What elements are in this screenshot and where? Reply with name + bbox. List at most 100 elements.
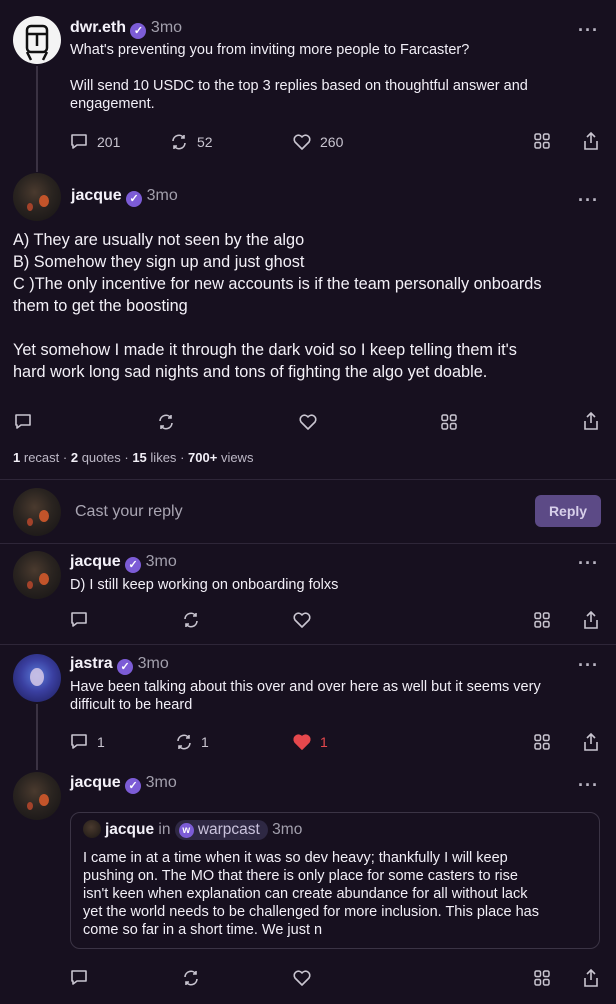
recast-button[interactable]	[157, 413, 175, 431]
username[interactable]: jacque	[71, 187, 122, 204]
avatar-jacque[interactable]	[13, 173, 61, 221]
cast-text-line: hard work long sad nights and tons of fi…	[13, 363, 488, 381]
quote-time: 3mo	[272, 821, 303, 838]
cast-stats: 1 recast · 2 quotes · 15 likes · 700+ vi…	[13, 450, 254, 465]
more-options-icon[interactable]: ···	[578, 775, 599, 796]
recast-stat[interactable]: 1 recast	[13, 450, 59, 465]
quote-text-line: isn't keen when explanation can create a…	[83, 886, 528, 902]
grid-button[interactable]	[534, 612, 550, 628]
timestamp[interactable]: 3mo	[146, 553, 177, 570]
grid-icon	[534, 612, 550, 628]
share-button[interactable]	[583, 131, 599, 151]
avatar-current-user	[13, 488, 61, 536]
like-button[interactable]	[292, 133, 312, 151]
verified-badge-icon: ✓	[125, 557, 142, 573]
recast-icon	[172, 134, 186, 150]
like-button[interactable]	[298, 413, 318, 431]
share-button[interactable]	[583, 610, 599, 630]
like-button[interactable]	[292, 611, 312, 629]
comment-icon	[71, 734, 87, 749]
recast-icon	[159, 414, 173, 430]
more-options-icon[interactable]: ···	[578, 655, 599, 676]
share-button[interactable]	[583, 732, 599, 752]
reply-count: 1	[97, 734, 105, 750]
more-options-icon[interactable]: ···	[578, 553, 599, 574]
grid-icon	[534, 970, 550, 986]
more-options-icon[interactable]: ···	[578, 190, 599, 211]
grid-button[interactable]	[441, 414, 457, 430]
quotes-stat[interactable]: 2 quotes	[71, 450, 121, 465]
quote-in: in	[158, 821, 171, 838]
share-icon	[584, 968, 598, 987]
post-header: dwr.eth ✓ 3mo	[70, 19, 182, 39]
recast-icon	[177, 734, 191, 750]
reply-button[interactable]	[70, 969, 88, 987]
reply-input[interactable]: Cast your reply	[75, 503, 183, 521]
recast-count: 52	[197, 134, 213, 150]
recast-button[interactable]	[182, 611, 200, 629]
reply-button[interactable]	[14, 413, 32, 431]
reply-text: D) I still keep working on onboarding fo…	[70, 577, 339, 593]
verified-badge-icon: ✓	[125, 778, 142, 794]
like-button[interactable]	[292, 733, 312, 751]
timestamp[interactable]: 3mo	[151, 19, 182, 36]
quote-username[interactable]: jacque	[105, 821, 154, 838]
reply-count: 201	[97, 134, 121, 150]
comment-icon	[71, 612, 87, 627]
warpcast-icon: w	[178, 823, 194, 838]
post-text: What's preventing you from inviting more…	[70, 42, 470, 58]
timestamp[interactable]: 3mo	[138, 655, 169, 672]
share-button[interactable]	[583, 411, 599, 431]
timestamp[interactable]: 3mo	[147, 187, 178, 204]
grid-button[interactable]	[534, 734, 550, 750]
recast-button[interactable]	[175, 733, 193, 751]
likes-stat[interactable]: 15 likes	[132, 450, 176, 465]
username[interactable]: dwr.eth	[70, 19, 126, 36]
recast-button[interactable]	[182, 969, 200, 987]
username[interactable]: jacque	[70, 553, 121, 570]
verified-badge-icon: ✓	[130, 23, 147, 39]
timestamp[interactable]: 3mo	[146, 774, 177, 791]
cast-text-line: B) Somehow they sign up and just ghost	[13, 253, 305, 271]
quote-header: jacque in w warpcast 3mo	[105, 820, 302, 840]
avatar-dwr[interactable]	[13, 16, 61, 64]
more-options-icon[interactable]: ···	[578, 20, 599, 41]
thread-connector	[36, 704, 38, 770]
share-icon	[584, 131, 598, 150]
post-header: jacque ✓ 3mo	[71, 187, 178, 207]
cast-text-line: A) They are usually not seen by the algo	[13, 231, 305, 249]
reply-button[interactable]	[70, 133, 88, 151]
comment-icon	[15, 414, 31, 429]
username[interactable]: jacque	[70, 774, 121, 791]
avatar-jacque[interactable]	[13, 551, 61, 599]
views-stat: 700+ views	[188, 450, 254, 465]
reply-submit-button[interactable]: Reply	[535, 495, 601, 527]
grid-button[interactable]	[534, 133, 550, 149]
username[interactable]: jastra	[70, 655, 113, 672]
recast-button[interactable]	[170, 133, 188, 151]
share-icon	[584, 610, 598, 629]
channel-tag[interactable]: w warpcast	[174, 820, 268, 840]
quoted-cast[interactable]: jacque in w warpcast 3mo I came in at a t…	[70, 812, 600, 949]
like-count: 260	[320, 134, 344, 150]
quote-text-line: come so far in a short time. We just n	[83, 922, 323, 938]
quote-text-line: yet the world needs to be challenged for…	[83, 904, 539, 920]
cast-text-line: Yet somehow I made it through the dark v…	[13, 341, 517, 359]
reply-text: Have been talking about this over and ov…	[70, 679, 541, 695]
cast-text-line: them to get the boosting	[13, 297, 188, 315]
heart-filled-icon	[293, 734, 311, 750]
like-button[interactable]	[292, 969, 312, 987]
reply-button[interactable]	[70, 611, 88, 629]
grid-icon	[534, 734, 550, 750]
grid-button[interactable]	[534, 970, 550, 986]
share-button[interactable]	[583, 968, 599, 988]
divider	[0, 644, 616, 645]
reply-button[interactable]	[70, 733, 88, 751]
heart-icon	[293, 970, 311, 986]
quote-text-line: pushing on. The MO that there is only pl…	[83, 868, 518, 884]
avatar-jastra[interactable]	[13, 654, 61, 702]
comment-icon	[71, 970, 87, 985]
post-text: Will send 10 USDC to the top 3 replies b…	[70, 78, 528, 94]
avatar-jacque[interactable]	[13, 772, 61, 820]
like-count: 1	[320, 734, 328, 750]
